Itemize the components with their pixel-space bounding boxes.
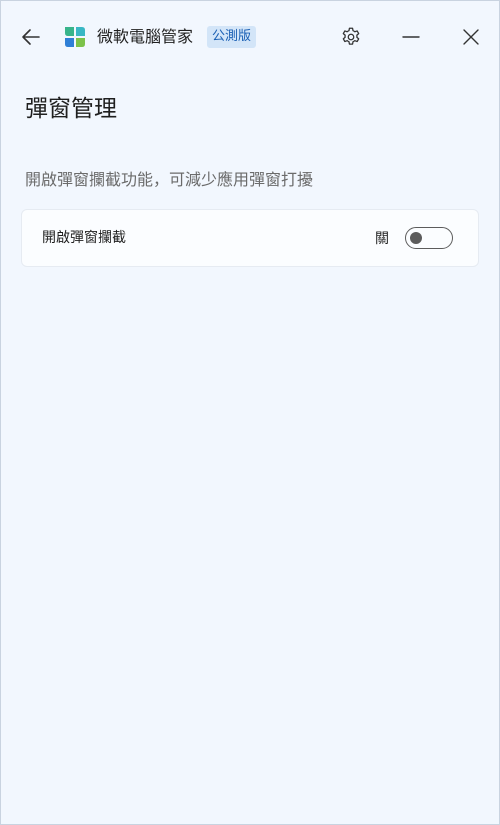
back-button[interactable] — [13, 19, 49, 55]
toggle-knob — [410, 232, 422, 244]
popup-block-toggle[interactable] — [405, 227, 453, 249]
app-title: 微軟電腦管家 — [97, 27, 194, 46]
popup-block-label: 開啟彈窗攔截 — [42, 230, 126, 246]
page-title: 彈窗管理 — [25, 96, 117, 122]
beta-badge: 公測版 — [207, 26, 257, 48]
settings-button[interactable] — [333, 19, 369, 55]
minimize-icon — [402, 36, 420, 38]
toggle-state-label: 關 — [375, 231, 389, 247]
close-icon — [463, 29, 479, 45]
arrow-left-icon — [22, 29, 40, 45]
gear-icon — [342, 27, 360, 45]
minimize-button[interactable] — [393, 19, 429, 55]
title-bar: 微軟電腦管家 公測版 — [1, 1, 499, 71]
app-logo-icon — [65, 27, 85, 47]
popup-block-setting-card: 開啟彈窗攔截 關 — [21, 209, 479, 267]
page-description: 開啟彈窗攔截功能，可減少應用彈窗打擾 — [25, 170, 314, 189]
close-button[interactable] — [453, 19, 489, 55]
app-window: 微軟電腦管家 公測版 彈窗管理 開啟彈窗攔截功能，可減少應用彈窗打擾 開啟彈窗攔… — [0, 0, 500, 825]
